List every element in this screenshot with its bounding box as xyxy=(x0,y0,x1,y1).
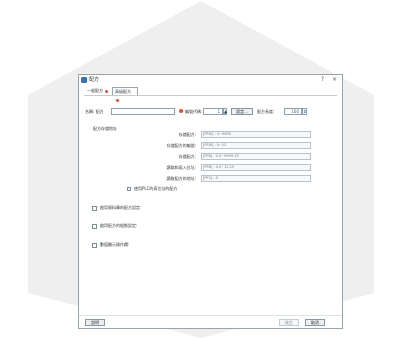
tab-divider xyxy=(84,95,337,96)
tab-advanced-label: 高級配方 xyxy=(115,89,131,94)
plc-write-label: 使用PLC的寫位址的配方 xyxy=(134,186,178,191)
cancel-button[interactable]: 取消 xyxy=(305,319,325,326)
name-input[interactable] xyxy=(111,108,175,115)
count-stepper[interactable]: ▲ xyxy=(223,108,227,115)
warning-icon xyxy=(179,109,183,113)
tab-general[interactable]: 一般配方 xyxy=(85,87,111,95)
setting-button[interactable]: 設定... xyxy=(231,108,253,115)
field-label-4: 讀取和寫入位址: xyxy=(166,165,196,170)
plc-write-checkbox[interactable] xyxy=(127,187,131,191)
option-label-2: 啟用配方的組態設定: xyxy=(100,223,138,228)
tab-advanced-status-icon xyxy=(116,98,119,102)
help-button[interactable]: 說明 xyxy=(85,319,105,326)
field-value-3[interactable]: [PFB] : 0.0~9999.15 xyxy=(201,153,311,160)
address-section-title: 配方存儲地址 xyxy=(93,126,117,131)
field-label-1: 存儲配方: xyxy=(178,132,196,137)
option-checkbox-3[interactable] xyxy=(92,243,97,248)
length-stepper[interactable]: ⇕ xyxy=(302,108,307,115)
close-icon[interactable]: × xyxy=(332,76,337,84)
option-checkbox-1[interactable] xyxy=(92,206,97,211)
field-value-5[interactable]: [PFV] : 0 xyxy=(201,175,311,182)
field-label-3: 存儲配方: xyxy=(178,154,196,159)
app-icon xyxy=(81,77,87,83)
name-label: 名稱: 配方 xyxy=(85,109,104,114)
tab-general-status-icon xyxy=(105,89,109,93)
field-value-4[interactable]: [PFB] : 0.0~12.15 xyxy=(201,164,311,171)
option-label-3: 數值顯示操作欄: xyxy=(100,242,130,247)
option-label-1: 啟用資料庫的配方設定: xyxy=(100,205,142,210)
footer-divider xyxy=(79,315,342,316)
option-checkbox-2[interactable] xyxy=(92,224,97,229)
dialog-title: 配方 xyxy=(89,77,100,83)
field-value-1[interactable]: [PFW] : 0~9999 xyxy=(201,131,311,138)
count-label: 編號代碼: xyxy=(185,109,203,114)
recipe-dialog: 配方 ? × 一般配方 高級配方 名稱: 配方 編號代碼: 1 ▲ 設定... … xyxy=(78,74,343,329)
length-input[interactable]: 100 xyxy=(284,108,302,115)
ok-button[interactable]: 確定 xyxy=(279,319,299,326)
help-icon[interactable]: ? xyxy=(321,76,324,84)
top-settings-row: 名稱: 配方 編號代碼: 1 ▲ 設定... 配方長度: 100 ⇕ xyxy=(85,108,337,116)
count-input[interactable]: 1 xyxy=(203,108,223,115)
field-label-5: 讀取配方的地址: xyxy=(166,176,196,181)
field-value-2[interactable]: [PFW] : 0~12 xyxy=(201,142,311,149)
tab-advanced[interactable]: 高級配方 xyxy=(112,87,138,102)
length-label: 配方長度: xyxy=(257,109,275,114)
title-bar: 配方 ? × xyxy=(79,75,342,86)
field-label-2: 存儲配方的編號: xyxy=(166,143,196,148)
tab-general-label: 一般配方 xyxy=(87,88,103,93)
